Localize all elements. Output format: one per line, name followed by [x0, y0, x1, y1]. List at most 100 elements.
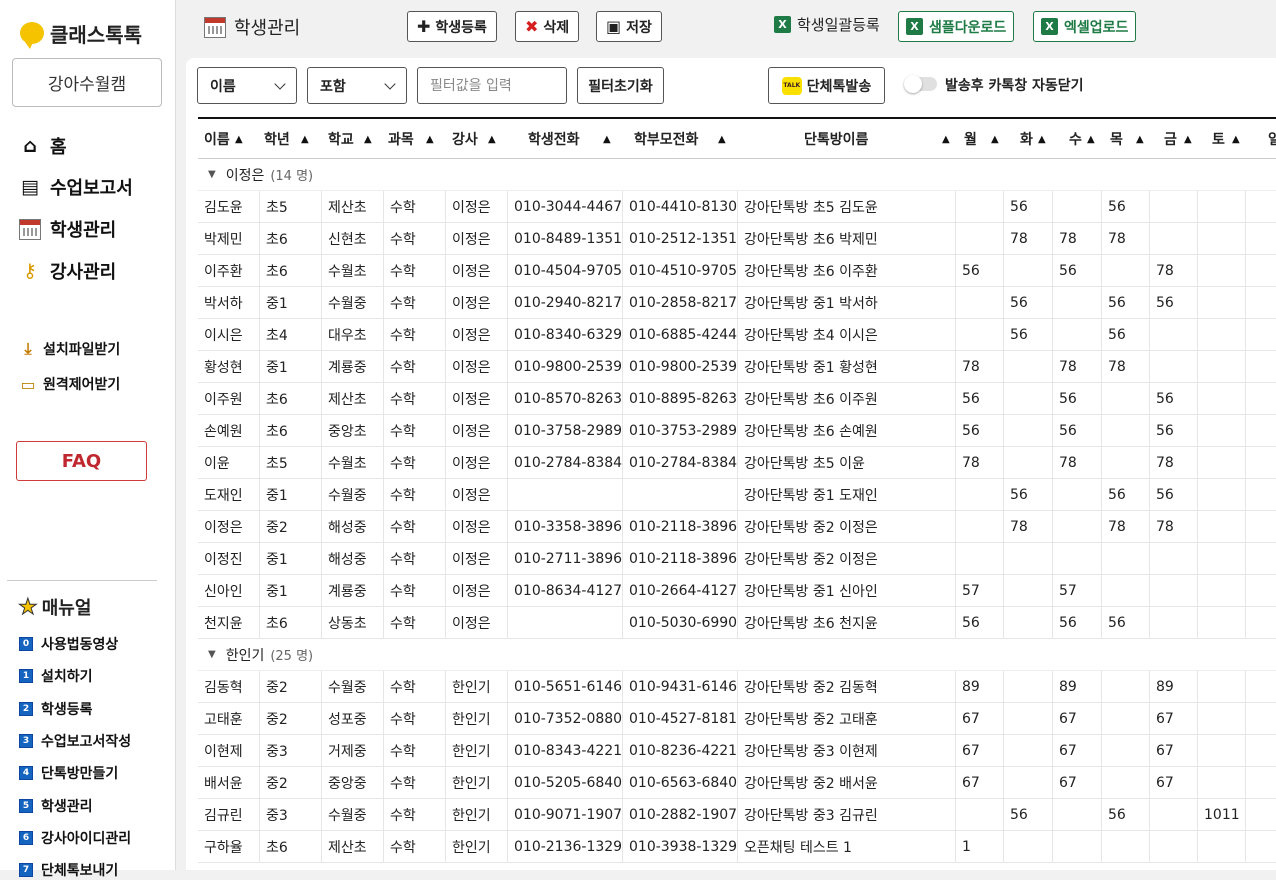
collapse-triangle-icon[interactable]: ▼ — [208, 169, 216, 180]
column-header[interactable]: 수 — [1069, 119, 1082, 159]
table-cell[interactable] — [1198, 735, 1246, 766]
table-cell[interactable]: 강아단톡방 초5 이윤 — [738, 447, 956, 478]
table-cell[interactable]: 010-9800-2539 — [508, 351, 623, 382]
table-cell[interactable] — [1004, 383, 1053, 414]
table-cell[interactable] — [956, 223, 1004, 254]
delete-button[interactable]: ✖ 삭제 — [515, 11, 580, 42]
table-cell[interactable]: 수월중 — [322, 799, 384, 830]
table-cell[interactable]: 한인기 — [446, 671, 508, 702]
column-header[interactable]: 목 — [1110, 119, 1123, 159]
table-cell[interactable]: 계룡중 — [322, 575, 384, 606]
filter-reset-button[interactable]: 필터초기화 — [577, 67, 664, 104]
table-cell[interactable]: 수학 — [384, 607, 446, 638]
table-cell[interactable] — [1053, 191, 1102, 222]
table-cell[interactable] — [956, 287, 1004, 318]
table-cell[interactable] — [1198, 575, 1246, 606]
table-cell[interactable]: 수학 — [384, 351, 446, 382]
table-cell[interactable]: 67 — [1053, 735, 1102, 766]
table-cell[interactable] — [1102, 703, 1150, 734]
table-cell[interactable]: 수학 — [384, 703, 446, 734]
table-cell[interactable]: 56 — [1004, 319, 1053, 350]
manual-item[interactable]: 2 학생등록 — [19, 699, 93, 719]
table-cell[interactable] — [956, 479, 1004, 510]
table-cell[interactable]: 이정은 — [446, 319, 508, 350]
table-cell[interactable] — [1198, 351, 1246, 382]
table-cell[interactable]: 이정은 — [446, 479, 508, 510]
excel-upload-button[interactable]: X 엑셀업로드 — [1033, 11, 1137, 42]
table-cell[interactable]: 010-2118-3896 — [623, 543, 738, 574]
table-cell[interactable] — [1198, 511, 1246, 542]
table-cell[interactable] — [1150, 223, 1198, 254]
academy-selector[interactable]: 강아수월캠 — [12, 58, 162, 107]
table-cell[interactable]: 강아단톡방 중2 배서윤 — [738, 767, 956, 798]
table-cell[interactable]: 67 — [1053, 767, 1102, 798]
table-cell[interactable]: 56 — [1150, 479, 1198, 510]
table-row[interactable]: 이정은 중2 해성중 수학 이정은 010-3358-3896 010-2118-3896 강… — [198, 511, 1276, 543]
table-cell[interactable] — [1004, 447, 1053, 478]
table-cell[interactable]: 제산초 — [322, 831, 384, 862]
table-cell[interactable]: 010-8343-4221 — [508, 735, 623, 766]
table-row[interactable]: 고태훈 중2 성포중 수학 한인기 010-7352-0880 010-4527-8181 강… — [198, 703, 1276, 735]
table-cell[interactable]: 초5 — [260, 191, 322, 222]
table-row[interactable]: 이주환 초6 수월초 수학 이정은 010-4504-9705 010-4510-9705 강… — [198, 255, 1276, 287]
table-cell[interactable]: 56 — [1004, 479, 1053, 510]
table-cell[interactable] — [1102, 671, 1150, 702]
table-cell[interactable]: 010-2940-8217 — [508, 287, 623, 318]
group-header[interactable]: ▼ 이정은 (14 명) — [198, 159, 1276, 191]
table-cell[interactable] — [1102, 415, 1150, 446]
auto-close-toggle[interactable] — [904, 75, 937, 93]
table-cell[interactable]: 56 — [1150, 287, 1198, 318]
table-cell[interactable]: 김도윤 — [198, 191, 260, 222]
table-cell[interactable]: 강아단톡방 초6 이주원 — [738, 383, 956, 414]
table-cell[interactable]: 강아단톡방 중2 김동혁 — [738, 671, 956, 702]
table-cell[interactable]: 초4 — [260, 319, 322, 350]
table-cell[interactable] — [1004, 575, 1053, 606]
manual-item[interactable]: 0 사용법동영상 — [19, 634, 118, 654]
table-cell[interactable]: 이정은 — [446, 223, 508, 254]
table-cell[interactable]: 56 — [1004, 799, 1053, 830]
table-cell[interactable]: 89 — [1150, 671, 1198, 702]
sort-arrow-icon[interactable]: ▲ — [603, 119, 611, 159]
table-cell[interactable]: 수월중 — [322, 671, 384, 702]
table-cell[interactable]: 수학 — [384, 735, 446, 766]
table-cell[interactable] — [1246, 703, 1276, 734]
table-cell[interactable]: 89 — [956, 671, 1004, 702]
table-cell[interactable]: 신아인 — [198, 575, 260, 606]
column-header[interactable]: 학교 — [328, 119, 354, 159]
column-header[interactable]: 일 — [1268, 119, 1276, 159]
table-cell[interactable]: 오픈채팅 테스트 1 — [738, 831, 956, 862]
table-cell[interactable]: 강아단톡방 초6 손예원 — [738, 415, 956, 446]
table-cell[interactable]: 강아단톡방 중1 박서하 — [738, 287, 956, 318]
table-cell[interactable] — [1198, 287, 1246, 318]
table-cell[interactable]: 56 — [1150, 383, 1198, 414]
table-cell[interactable]: 1011 — [1198, 799, 1246, 830]
table-cell[interactable]: 수학 — [384, 255, 446, 286]
table-cell[interactable] — [1053, 319, 1102, 350]
table-cell[interactable] — [1246, 415, 1276, 446]
table-cell[interactable]: 제산초 — [322, 191, 384, 222]
table-cell[interactable] — [1102, 735, 1150, 766]
table-cell[interactable]: 이주원 — [198, 383, 260, 414]
sample-download-button[interactable]: X 샘플다운로드 — [898, 11, 1015, 42]
table-cell[interactable] — [1053, 831, 1102, 862]
table-cell[interactable]: 수학 — [384, 511, 446, 542]
table-cell[interactable]: 56 — [1150, 415, 1198, 446]
table-cell[interactable]: 010-8236-4221 — [623, 735, 738, 766]
table-cell[interactable]: 이정은 — [198, 511, 260, 542]
table-cell[interactable]: 78 — [956, 351, 1004, 382]
table-cell[interactable]: 수월중 — [322, 287, 384, 318]
table-cell[interactable]: 78 — [1102, 351, 1150, 382]
table-row[interactable]: 김도윤 초5 제산초 수학 이정은 010-3044-4467 010-4410-8130 강… — [198, 191, 1276, 223]
table-cell[interactable] — [1246, 767, 1276, 798]
table-cell[interactable]: 제산초 — [322, 383, 384, 414]
table-cell[interactable]: 중1 — [260, 479, 322, 510]
table-cell[interactable]: 010-2882-1907 — [623, 799, 738, 830]
table-cell[interactable]: 이정은 — [446, 447, 508, 478]
table-row[interactable]: 천지윤 초6 상동초 수학 이정은 010-5030-6990 강아단톡방 초6 천지윤 56… — [198, 607, 1276, 639]
table-cell[interactable] — [1004, 735, 1053, 766]
table-cell[interactable] — [1053, 511, 1102, 542]
table-cell[interactable]: 010-3938-1329 — [623, 831, 738, 862]
table-cell[interactable]: 중1 — [260, 351, 322, 382]
table-cell[interactable]: 중2 — [260, 767, 322, 798]
table-cell[interactable]: 초6 — [260, 831, 322, 862]
